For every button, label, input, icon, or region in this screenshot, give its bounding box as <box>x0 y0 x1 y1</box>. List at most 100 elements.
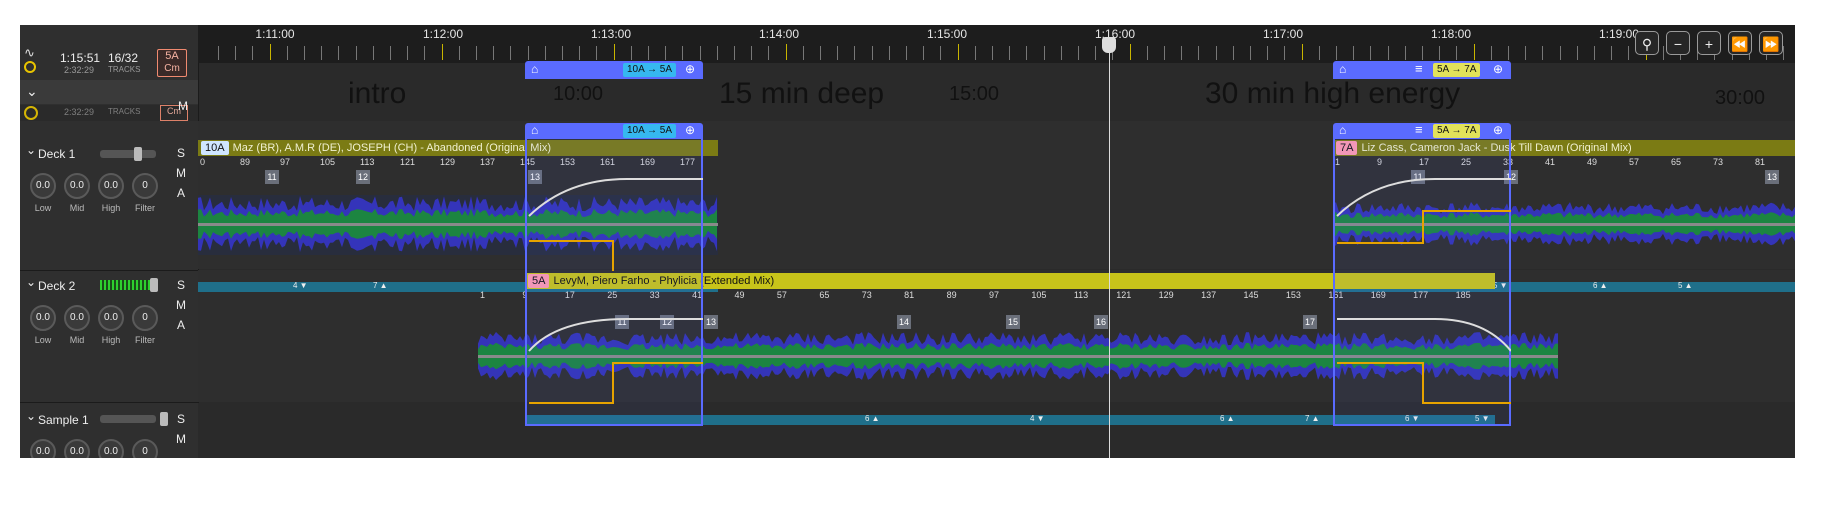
lock-icon[interactable]: ⌂ <box>531 62 538 76</box>
zoom-in-button[interactable]: + <box>1697 31 1721 55</box>
segment-duration: 10:00 <box>553 83 604 105</box>
zoom-out-button[interactable]: − <box>1666 31 1690 55</box>
deck2-chevron-icon[interactable]: ⌄ <box>26 275 36 289</box>
ruler-tick <box>1576 46 1578 60</box>
ruler-tick <box>1611 46 1613 60</box>
ruler-tick <box>1129 44 1131 60</box>
bar-marker: 7 ▲ <box>1305 414 1320 423</box>
ruler-tick <box>321 46 323 60</box>
ruler-tick <box>1542 46 1544 60</box>
guitar-pick-icon[interactable]: ⚲ <box>1635 31 1659 55</box>
beat-number: 57 <box>776 290 787 300</box>
menu-icon[interactable]: ≡ <box>1415 122 1423 137</box>
deck2-fader-thumb[interactable] <box>150 278 158 292</box>
cue-marker[interactable]: 13 <box>704 315 718 329</box>
ruler-tick <box>1095 46 1097 60</box>
ruler-tick <box>1473 44 1475 60</box>
clock-icon[interactable] <box>24 61 36 73</box>
deck1-name: Deck 1 <box>38 147 76 161</box>
deck2-filter-knob[interactable]: 0 <box>132 305 158 331</box>
ruler-tick <box>837 46 839 60</box>
beat-number: 121 <box>1116 290 1132 300</box>
deck2-low-knob[interactable]: 0.0 <box>30 305 56 331</box>
segment-duration: 15:00 <box>949 83 1000 105</box>
zoom-icon[interactable]: ⊕ <box>685 62 695 76</box>
deck1-volume-fader[interactable] <box>100 150 156 158</box>
rewind-button[interactable]: ⏪ <box>1728 31 1752 55</box>
segment-deep[interactable]: 15 min deep 15:00 <box>614 77 1025 112</box>
cue-marker[interactable]: 15 <box>1006 315 1020 329</box>
ruler-tick <box>871 46 873 60</box>
sample1-mute-button[interactable]: M <box>174 432 188 446</box>
sample1-knob-2[interactable]: 0.0 <box>64 439 90 458</box>
beat-number: 49 <box>734 290 745 300</box>
lock-icon[interactable]: ⌂ <box>1339 123 1346 137</box>
clip-title: Maz (BR), A.M.R (DE), JOSEPH (CH) - Aban… <box>232 142 552 154</box>
cue-marker[interactable]: 17 <box>1303 315 1317 329</box>
cue-marker[interactable]: 14 <box>897 315 911 329</box>
ruler-tick <box>716 46 718 60</box>
deck2-mid-knob[interactable]: 0.0 <box>64 305 90 331</box>
playhead[interactable] <box>1109 37 1110 458</box>
zoom-icon[interactable]: ⊕ <box>1493 62 1503 76</box>
deck2-mute-button[interactable]: M <box>174 298 188 312</box>
cue-marker[interactable]: 16 <box>1094 315 1108 329</box>
deck1-filter-knob[interactable]: 0 <box>132 173 158 199</box>
zoom-icon[interactable]: ⊕ <box>685 123 695 137</box>
playhead-handle[interactable] <box>1102 37 1116 53</box>
deck1-chevron-icon[interactable]: ⌄ <box>26 143 36 157</box>
menu-icon[interactable]: ≡ <box>1415 61 1423 76</box>
mute-button-top[interactable]: M <box>178 99 188 113</box>
divider <box>20 402 198 403</box>
sample1-knob-4[interactable]: 0 <box>132 439 158 458</box>
sample1-volume-fader[interactable] <box>100 415 156 423</box>
crossfade-curve <box>528 318 703 404</box>
beat-number: 89 <box>946 290 957 300</box>
cue-marker[interactable]: 11 <box>265 170 279 184</box>
transition-region-2[interactable] <box>1333 129 1511 426</box>
deck1-high-knob[interactable]: 0.0 <box>98 173 124 199</box>
timeline-ruler[interactable]: 1:11:00 1:12:00 1:13:00 1:14:00 1:15:00 … <box>198 25 1795 63</box>
transition-1-header[interactable]: ⌂ 10A → 5A ⊕ <box>525 61 703 79</box>
deck1-auto-button[interactable]: A <box>174 186 188 200</box>
segment-high-energy[interactable]: 30 min high energy 30:00 <box>1025 77 1795 112</box>
deck1-solo-button[interactable]: S <box>174 146 188 160</box>
key-change-pill: 10A → 5A <box>623 63 677 77</box>
ghost-clock-icon <box>24 106 38 120</box>
ruler-tick <box>820 46 821 60</box>
transition-2-header-ghost[interactable]: ⌂ ≡ 5A → 7A ⊕ <box>1333 122 1511 139</box>
ruler-tick <box>1060 46 1062 60</box>
sample1-knob-3[interactable]: 0.0 <box>98 439 124 458</box>
time-label: 1:12:00 <box>422 27 464 41</box>
sample1-solo-button[interactable]: S <box>174 412 188 426</box>
deck1-mid-knob[interactable]: 0.0 <box>64 173 90 199</box>
deck2-high-knob[interactable]: 0.0 <box>98 305 124 331</box>
current-key-badge[interactable]: 5A Cm <box>157 49 187 77</box>
deck2-auto-button[interactable]: A <box>174 318 188 332</box>
ruler-tick <box>1284 46 1286 60</box>
cue-marker[interactable]: 13 <box>1765 170 1779 184</box>
deck1-low-knob[interactable]: 0.0 <box>30 173 56 199</box>
transition-1-header-ghost[interactable]: ⌂ 10A → 5A ⊕ <box>525 123 703 139</box>
transition-region-1[interactable] <box>525 129 703 426</box>
segment-intro[interactable]: intro 10:00 <box>203 77 614 112</box>
ruler-tick <box>562 46 563 60</box>
lock-icon[interactable]: ⌂ <box>1339 62 1346 76</box>
ruler-tick <box>957 44 959 60</box>
sample1-fader-thumb[interactable] <box>160 412 168 426</box>
cue-marker[interactable]: 12 <box>356 170 370 184</box>
fast-forward-button[interactable]: ⏩ <box>1759 31 1783 55</box>
activity-icon[interactable]: ∿ <box>24 45 38 60</box>
lock-icon[interactable]: ⌂ <box>531 123 538 137</box>
sample1-knob-1[interactable]: 0.0 <box>30 439 56 458</box>
deck1-fader-thumb[interactable] <box>134 147 142 161</box>
deck2-solo-button[interactable]: S <box>174 278 188 292</box>
ruler-tick <box>1422 46 1423 60</box>
transition-2-header[interactable]: ⌂ ≡ 5A → 7A ⊕ <box>1333 61 1511 79</box>
ruler-tick <box>854 46 856 60</box>
beat-number: 57 <box>1629 157 1640 167</box>
chevron-down-icon[interactable]: ⌄ <box>26 83 38 100</box>
sample1-chevron-icon[interactable]: ⌄ <box>26 409 36 423</box>
deck1-mute-button[interactable]: M <box>174 166 188 180</box>
zoom-icon[interactable]: ⊕ <box>1493 123 1503 137</box>
